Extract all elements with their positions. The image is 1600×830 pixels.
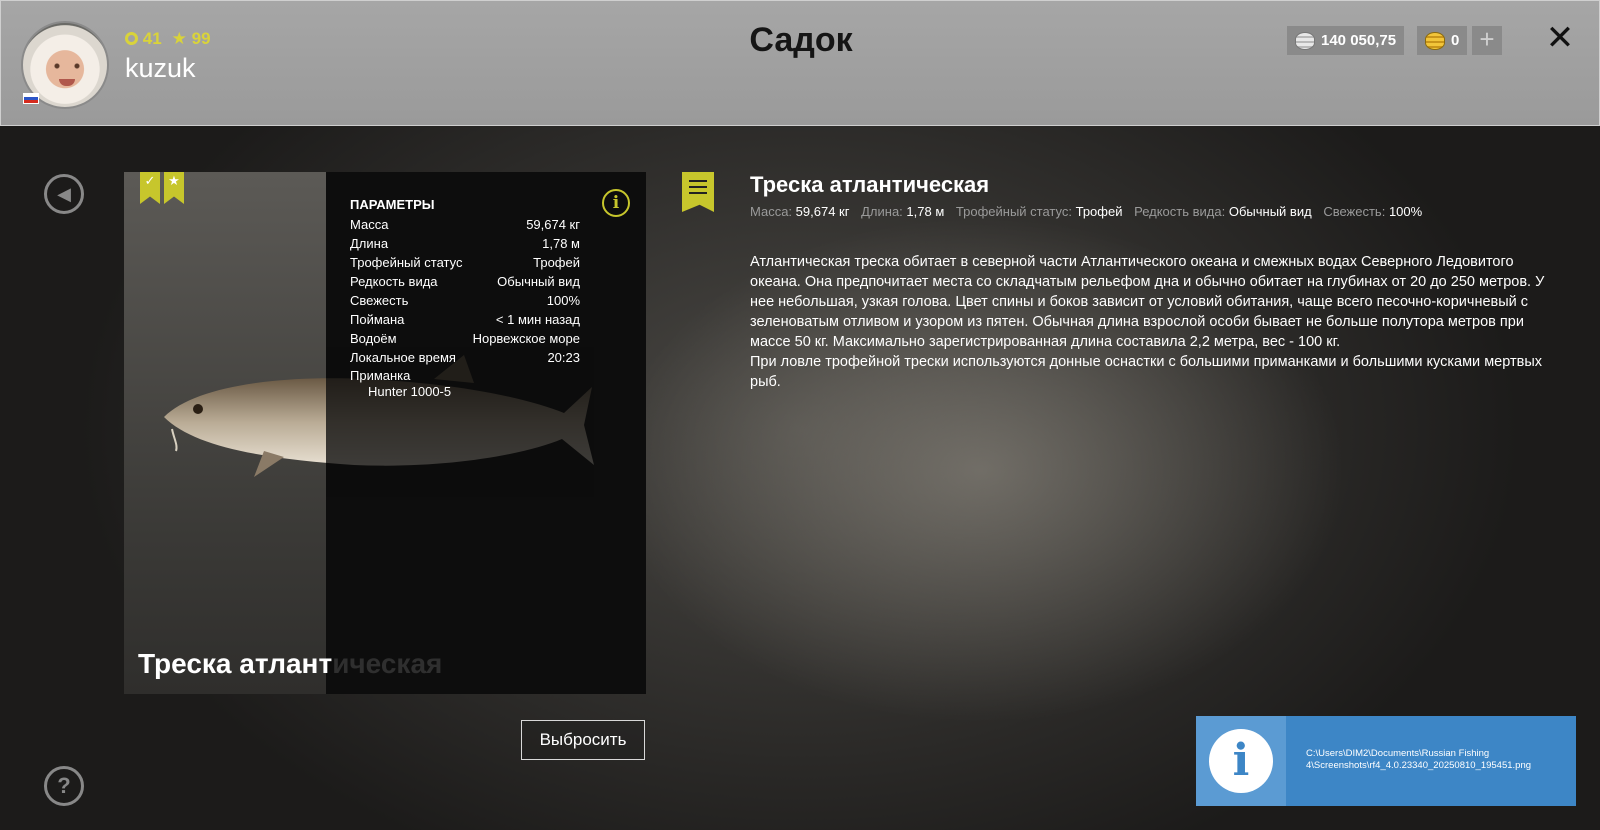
param-label: Водоём xyxy=(350,331,397,346)
fish-meta: Масса: 59,674 кг Длина: 1,78 м Трофейный… xyxy=(750,204,1430,219)
meta-value: 100% xyxy=(1388,204,1423,219)
param-row-local-time: Локальное время 20:23 xyxy=(350,348,580,367)
discard-button[interactable]: Выбросить xyxy=(521,720,645,760)
avatar-eyes xyxy=(53,63,81,69)
param-label: Свежесть xyxy=(350,293,409,308)
param-row-caught: Поймана < 1 мин назад xyxy=(350,310,580,329)
param-row-mass: Масса 59,674 кг xyxy=(350,215,580,234)
notification-icon-box: i xyxy=(1196,716,1286,806)
bait-info: Приманка Hunter 1000-5 xyxy=(350,368,451,400)
gold-coins-icon xyxy=(1425,31,1445,50)
param-row-trophy: Трофейный статус Трофей xyxy=(350,253,580,272)
fish-description: Атлантическая треска обитает в северной … xyxy=(750,252,1550,392)
meta-label: Свежесть: xyxy=(1323,204,1386,219)
badges: ✓ ★ xyxy=(140,172,184,204)
avatar-mouth xyxy=(59,79,75,86)
screenshot-path: C:\Users\DIM2\Documents\Russian Fishing … xyxy=(1306,748,1532,771)
info-icon: i xyxy=(1209,729,1273,793)
screenshot-notification[interactable]: i C:\Users\DIM2\Documents\Russian Fishin… xyxy=(1196,716,1576,806)
bait-label: Приманка xyxy=(350,368,411,383)
meta-value: 1,78 м xyxy=(906,204,945,219)
close-icon[interactable]: ✕ xyxy=(1543,21,1577,55)
card-fish-name-faded: ическая xyxy=(332,648,443,679)
param-label: Поймана xyxy=(350,312,405,327)
meta-value: 59,674 кг xyxy=(795,204,850,219)
info-icon[interactable]: i xyxy=(602,189,630,217)
meta-label: Редкость вида: xyxy=(1134,204,1226,219)
gold-amount: 0 xyxy=(1451,32,1460,49)
param-row-rarity: Редкость вида Обычный вид xyxy=(350,272,580,291)
trophy-star-badge-icon: ★ xyxy=(164,172,184,204)
bait-name: Hunter 1000-5 xyxy=(368,384,452,399)
description-paragraph: При ловле трофейной трески используются … xyxy=(750,354,1542,390)
description-paragraph: Атлантическая треска обитает в северной … xyxy=(750,254,1545,350)
param-label: Локальное время xyxy=(350,350,456,365)
meta-label: Трофейный статус: xyxy=(955,204,1072,219)
param-label: Трофейный статус xyxy=(350,255,463,270)
param-value: 1,78 м xyxy=(542,236,580,251)
document-lines xyxy=(689,180,707,194)
silver-balance: 140 050,75 xyxy=(1287,26,1405,55)
add-gold-button[interactable]: + xyxy=(1472,26,1502,55)
card-fish-name: Треска атлантическая xyxy=(138,648,442,680)
fish-card: ✓ ★ Треска атлантическая ПАРАМЕТРЫ Масса… xyxy=(124,172,646,694)
param-value: Обычный вид xyxy=(497,274,580,289)
param-label: Редкость вида xyxy=(350,274,438,289)
params-heading: ПАРАМЕТРЫ xyxy=(350,197,435,212)
meta-label: Масса: xyxy=(750,204,793,219)
meta-label: Длина: xyxy=(861,204,903,219)
param-value: Норвежское море xyxy=(472,331,580,346)
meta-value: Трофей xyxy=(1075,204,1123,219)
params-list: Масса 59,674 кг Длина 1,78 м Трофейный ста… xyxy=(350,215,580,367)
param-label: Масса xyxy=(350,217,389,232)
fish-title: Треска атлантическая xyxy=(750,172,990,197)
param-value: 20:23 xyxy=(547,350,580,365)
russia-flag-icon xyxy=(23,93,39,104)
checkmark-badge-icon: ✓ xyxy=(140,172,160,204)
param-row-freshness: Свежесть 100% xyxy=(350,291,580,310)
param-value: Трофей xyxy=(533,255,580,270)
silver-coins-icon xyxy=(1295,31,1315,50)
top-bar: 41 ★ 99 kuzuk Садок 140 050,75 0 + ✕ xyxy=(0,0,1600,126)
card-fish-name-visible: Треска атлант xyxy=(138,648,333,679)
param-row-length: Длина 1,78 м xyxy=(350,234,580,253)
meta-value: Обычный вид xyxy=(1228,204,1312,219)
param-value: 59,674 кг xyxy=(526,217,580,232)
gold-balance: 0 xyxy=(1417,26,1468,55)
silver-amount: 140 050,75 xyxy=(1321,32,1397,49)
param-value: < 1 мин назад xyxy=(495,312,580,327)
document-icon xyxy=(682,172,714,212)
param-value: 100% xyxy=(546,293,580,308)
param-label: Длина xyxy=(350,236,389,251)
help-icon[interactable]: ? xyxy=(44,766,84,806)
param-row-waterbody: Водоём Норвежское море xyxy=(350,329,580,348)
back-icon[interactable]: ◀ xyxy=(44,174,84,214)
